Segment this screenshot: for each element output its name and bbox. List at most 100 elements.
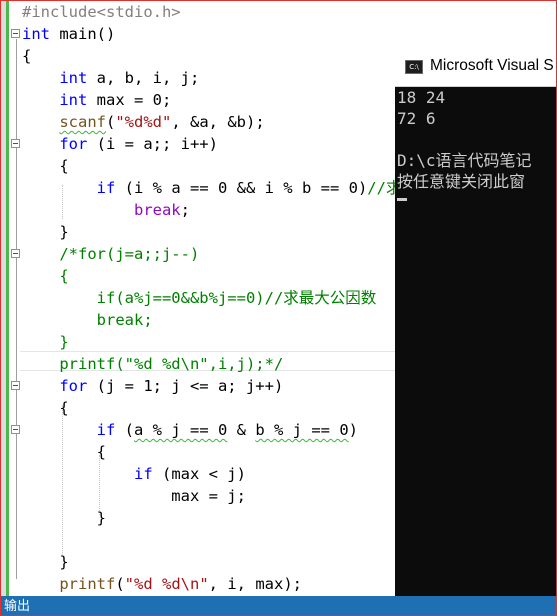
code-line[interactable]: scanf("%d%d", &a, &b); (22, 111, 265, 133)
console-line: 按任意键关闭此窗 (397, 172, 526, 191)
code-token: if(a%j==0&&b%j==0)//求最大公因数 (22, 289, 377, 307)
code-line[interactable]: { (22, 265, 69, 287)
code-line[interactable]: if (i % a == 0 && i % b == 0)//求 (22, 177, 400, 199)
code-token: printf("%d %d\n",i,j);*/ (22, 355, 284, 373)
fold-guide-main (16, 39, 17, 579)
code-line[interactable]: int a, b, i, j; (22, 67, 199, 89)
code-token: main() (50, 25, 116, 43)
output-panel-tab[interactable]: 输出 (0, 596, 557, 616)
code-token: #include<stdio.h> (22, 3, 181, 21)
fold-toggle-if[interactable] (11, 425, 20, 434)
code-token: , &a, &b); (171, 113, 265, 131)
code-line[interactable]: } (22, 331, 69, 353)
code-token: a, b, i, j; (87, 69, 200, 87)
code-token: if (96, 179, 116, 197)
code-token: int (59, 91, 88, 109)
code-token: ) (348, 421, 358, 439)
code-token: if (133, 465, 153, 483)
fold-toggle-comment[interactable] (11, 249, 20, 258)
console-line: 72 6 (397, 109, 436, 128)
code-token: & (227, 421, 256, 439)
code-token: (j = 1; j <= a; j++) (87, 377, 284, 395)
code-line[interactable]: } (22, 221, 69, 243)
fold-toggle-for-j[interactable] (11, 381, 20, 390)
code-line[interactable]: } (22, 507, 106, 529)
code-editor[interactable]: #include<stdio.h> int main() { int a, b, i… (0, 0, 400, 596)
code-token: } (22, 223, 69, 241)
code-token: ; (180, 201, 190, 219)
code-token: b % j == 0 (255, 421, 349, 439)
code-token: a % j == 0 (134, 421, 228, 439)
code-token: if (96, 421, 116, 439)
console-line: D:\c语言代码笔记 (397, 151, 532, 170)
code-line[interactable]: int main() (22, 23, 115, 45)
change-tracking-bar (6, 0, 9, 596)
code-line[interactable]: if (max < j) (22, 463, 246, 485)
output-tab-label: 输出 (4, 598, 31, 613)
code-token: } (22, 333, 69, 351)
code-line[interactable]: if (a % j == 0 & b % j == 0) (22, 419, 358, 441)
console-output: 18 24 72 6 D:\c语言代码笔记 按任意键关闭此窗 (397, 87, 532, 201)
code-token: int (22, 25, 50, 43)
code-token: { (22, 443, 106, 461)
code-line[interactable]: { (22, 441, 106, 463)
console-line: 18 24 (397, 88, 446, 107)
code-token: "%d%d" (115, 113, 172, 131)
code-token: (i % a == 0 && i % b == 0) (115, 179, 368, 197)
code-token: printf (59, 575, 116, 593)
console-window[interactable]: C:\ Microsoft Visual S 18 24 72 6 D:\c语言代码… (395, 47, 557, 596)
code-token: , i, max); (208, 575, 302, 593)
code-line[interactable]: } (22, 551, 69, 573)
code-line[interactable]: if(a%j==0&&b%j==0)//求最大公因数 (22, 287, 377, 309)
code-line[interactable]: /*for(j=a;;j--) (22, 243, 199, 265)
fold-toggle-main[interactable] (11, 29, 20, 38)
code-token: "%d %d\n" (124, 575, 209, 593)
code-token: { (22, 399, 69, 417)
code-line[interactable]: for (i = a;; i++) (22, 133, 218, 155)
code-token: max = j; (22, 487, 246, 505)
console-app-icon: C:\ (405, 60, 423, 74)
console-title: Microsoft Visual S (430, 57, 554, 74)
code-token: ( (106, 113, 116, 131)
console-cursor (397, 198, 407, 201)
code-token: } (22, 553, 69, 571)
code-token: { (22, 157, 69, 175)
code-token: break (133, 201, 181, 219)
code-line[interactable]: printf("%d %d\n",i,j);*/ (22, 353, 283, 375)
code-token: (i = a;; i++) (87, 135, 218, 153)
code-line[interactable]: break; (22, 309, 153, 331)
code-line[interactable]: for (j = 1; j <= a; j++) (22, 375, 283, 397)
code-line[interactable]: { (22, 155, 69, 177)
code-token: int (59, 69, 88, 87)
code-token: (max < j) (152, 465, 246, 483)
code-token: } (22, 509, 106, 527)
code-token: break; (22, 311, 153, 329)
fold-toggle-for-i[interactable] (11, 139, 20, 148)
code-line[interactable]: int max = 0; (22, 89, 171, 111)
code-token: ( (115, 575, 125, 593)
code-token: { (22, 267, 69, 285)
code-line[interactable]: printf("%d %d\n", i, max); (22, 573, 302, 595)
code-line[interactable]: { (22, 45, 31, 67)
code-token: for (59, 377, 88, 395)
code-line[interactable]: #include<stdio.h> (22, 1, 181, 23)
code-token: ( (115, 421, 134, 439)
code-token: { (22, 47, 32, 65)
code-token: for (59, 135, 88, 153)
console-titlebar[interactable]: C:\ Microsoft Visual S (395, 47, 557, 87)
code-line[interactable]: break; (22, 199, 190, 221)
code-line[interactable]: { (22, 397, 69, 419)
code-line[interactable]: max = j; (22, 485, 246, 507)
